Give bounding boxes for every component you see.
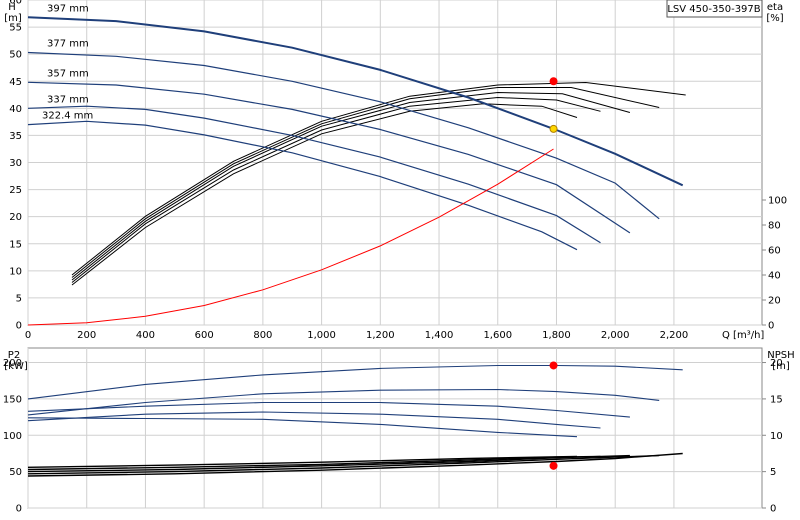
bottom-plot-area	[27, 347, 763, 509]
top-x-tick-label: 200	[77, 330, 96, 341]
head-axis-label: H	[8, 2, 16, 13]
top-left-tick-label: 25	[9, 185, 22, 196]
impeller-diameter-label: 397 mm	[47, 3, 89, 14]
top-right-tick-label: 100	[768, 196, 787, 207]
model-label-box: LSV 450-350-397B	[666, 0, 763, 18]
pump-performance-chart: 0510152025303540455055600204060801000 200…	[3, 0, 795, 515]
bottom-right-tick-label: 0	[770, 504, 776, 515]
top-x-tick-label: 1,400	[425, 330, 454, 341]
impeller-diameter-label: 322.4 mm	[42, 111, 93, 122]
top-panel: 0 5 10 15 20 25 30 35 40 45 50 55 600 20 40 60 80 100 0 200…	[4, 0, 787, 341]
bottom-left-tick-label: 50	[9, 467, 22, 478]
top-left-tick-label: 0	[16, 321, 22, 332]
eta-axis-label: eta	[767, 2, 783, 13]
duty-point-npsh	[549, 461, 558, 470]
top-x-tick-label: 400	[136, 330, 155, 341]
duty-point-power	[549, 361, 558, 370]
top-x-tick-label: 2,200	[660, 330, 689, 341]
model-label: LSV 450-350-397B	[667, 4, 760, 15]
top-x-tick-label: 800	[253, 330, 272, 341]
top-x-tick-label: 1,600	[483, 330, 512, 341]
top-right-tick-label: 0	[768, 321, 774, 332]
npsh-axis-unit: [m]	[772, 361, 790, 372]
top-left-tick-label: 55	[9, 23, 22, 34]
top-left-tick-label: 5	[16, 293, 22, 304]
bottom-left-tick-label: 100	[3, 431, 22, 442]
impeller-diameter-label: 377 mm	[47, 39, 89, 50]
top-x-tick-label: 1,000	[307, 330, 336, 341]
power-axis-label: P2	[8, 350, 20, 361]
bottom-left-tick-label: 150	[3, 394, 22, 405]
top-left-tick-label: 40	[9, 104, 22, 115]
duty-point-efficiency	[549, 77, 558, 86]
power-axis-unit: [kW]	[4, 361, 28, 372]
duty-point-head	[549, 124, 558, 133]
bottom-right-tick-label: 10	[770, 431, 783, 442]
impeller-diameter-label: 337 mm	[47, 94, 89, 105]
top-left-tick-label: 45	[9, 77, 22, 88]
bottom-panel: 05010015020005101520P2[kW]NPSH[m]	[3, 347, 795, 515]
bottom-left-tick-label: 0	[16, 504, 22, 515]
top-right-tick-label: 40	[768, 271, 781, 282]
top-right-tick-label: 60	[768, 246, 781, 257]
top-left-tick-label: 30	[9, 158, 22, 169]
top-x-tick-label: 2,000	[601, 330, 630, 341]
bottom-right-tick-label: 15	[770, 394, 783, 405]
top-right-tick-label: 80	[768, 221, 781, 232]
top-left-tick-label: 50	[9, 50, 22, 61]
impeller-diameter-label: 357 mm	[47, 68, 89, 79]
top-x-tick-label: 0	[25, 330, 31, 341]
top-left-tick-label: 35	[9, 131, 22, 142]
top-x-tick-label: 600	[195, 330, 214, 341]
top-right-tick-label: 20	[768, 296, 781, 307]
head-axis-unit: [m]	[4, 13, 22, 24]
top-left-tick-label: 10	[9, 266, 22, 277]
top-left-tick-label: 15	[9, 239, 22, 250]
top-x-tick-label: 1,800	[542, 330, 571, 341]
top-x-tick-label: 1,200	[366, 330, 395, 341]
npsh-axis-label: NPSH	[767, 350, 794, 361]
eta-axis-unit: [%]	[766, 13, 783, 24]
bottom-right-tick-label: 5	[770, 467, 776, 478]
top-left-tick-label: 20	[9, 212, 22, 223]
x-axis-unit-label: Q [m³/h]	[722, 330, 764, 341]
